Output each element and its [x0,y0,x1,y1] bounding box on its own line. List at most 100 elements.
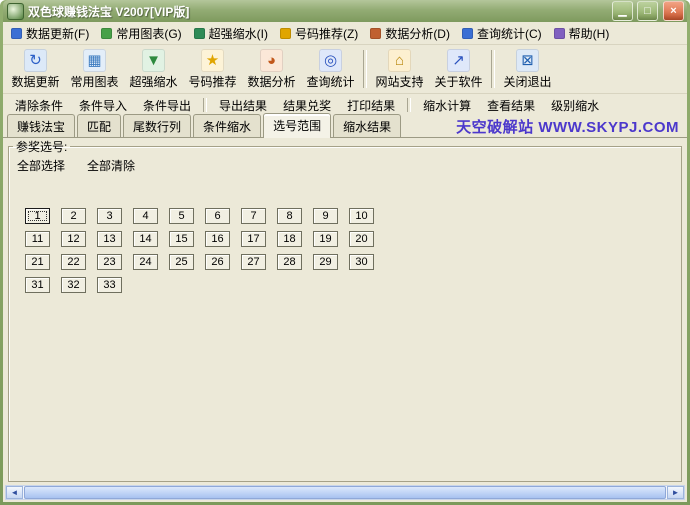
tab-match[interactable]: 匹配 [77,114,121,137]
client-area: 数据更新(F) 常用图表(G)超强缩水(I) 号码推荐(Z) 数据分析(D) 查询统计(… [3,22,687,502]
scroll-left-arrow-icon[interactable]: ◄ [6,486,23,499]
number-button-2[interactable]: 2 [61,208,86,224]
clear-all-button[interactable]: 全部清除 [87,157,135,174]
number-button-7[interactable]: 7 [241,208,266,224]
number-button-8[interactable]: 8 [277,208,302,224]
number-button-10[interactable]: 10 [349,208,374,224]
actionbar-separator [407,98,411,112]
toolbar-data-update-label: 数据更新 [11,73,59,90]
number-button-18[interactable]: 18 [277,231,302,247]
star-icon [280,28,291,39]
number-selection-groupbox: 参奖选号: 全部选择 全部清除 123456789101112131415161… [8,138,682,482]
number-button-5[interactable]: 5 [169,208,194,224]
toolbar-analysis[interactable]: ◕数据分析 [242,47,301,91]
horizontal-scrollbar[interactable]: ◄ ► [5,485,685,500]
app-icon [7,3,24,20]
number-button-26[interactable]: 26 [205,254,230,270]
magnifier-icon: ◎ [319,49,342,72]
toolbar-exit[interactable]: ⊠关闭退出 [498,47,557,91]
minimize-button[interactable]: ▁ [612,1,633,21]
menu-analysis-label: 数据分析(D) [385,25,450,42]
toolbar-query-label: 查询统计 [306,73,354,90]
refresh-icon: ↻ [24,49,47,72]
number-button-4[interactable]: 4 [133,208,158,224]
number-button-24[interactable]: 24 [133,254,158,270]
watermark-text: 天空破解站 WWW.SKYPJ.COM [456,116,679,137]
toolbar: ↻数据更新▦常用图表▼超强缩水★号码推荐◕数据分析◎查询统计⌂网站支持↗关于软件… [3,45,687,94]
number-button-30[interactable]: 30 [349,254,374,270]
toolbar-separator [363,50,367,88]
home-icon: ⌂ [388,49,411,72]
number-button-1[interactable]: 1 [25,208,50,224]
menu-query[interactable]: 查询统计(C) [456,22,548,45]
number-button-28[interactable]: 28 [277,254,302,270]
number-button-13[interactable]: 13 [97,231,122,247]
number-button-27[interactable]: 27 [241,254,266,270]
number-button-12[interactable]: 12 [61,231,86,247]
scroll-right-arrow-icon[interactable]: ► [667,486,684,499]
pie-chart-icon: ◕ [260,49,283,72]
menu-help[interactable]: 帮助(H) [548,22,616,45]
number-button-25[interactable]: 25 [169,254,194,270]
number-button-9[interactable]: 9 [313,208,338,224]
menu-recommend[interactable]: 号码推荐(Z) [274,22,364,45]
tabs-row: 赚钱法宝匹配尾数行列条件缩水选号范围缩水结果 天空破解站 WWW.SKYPJ.CO… [3,116,687,138]
pie-icon [370,28,381,39]
toolbar-shrink-label: 超强缩水 [129,73,177,90]
number-button-32[interactable]: 32 [61,277,86,293]
toolbar-recommend[interactable]: ★号码推荐 [183,47,242,91]
number-button-14[interactable]: 14 [133,231,158,247]
number-button-31[interactable]: 31 [25,277,50,293]
close-button[interactable]: × [663,1,684,21]
help-icon [554,28,565,39]
database-icon [11,28,22,39]
number-button-15[interactable]: 15 [169,231,194,247]
menu-data-update[interactable]: 数据更新(F) [5,22,95,45]
number-button-17[interactable]: 17 [241,231,266,247]
funnel-icon: ▼ [142,49,165,72]
number-button-33[interactable]: 33 [97,277,122,293]
table-chart-icon: ▦ [83,49,106,72]
number-button-23[interactable]: 23 [97,254,122,270]
select-all-button[interactable]: 全部选择 [17,157,65,174]
toolbar-query[interactable]: ◎查询统计 [301,47,360,91]
tab-shrink-results[interactable]: 缩水结果 [333,114,401,137]
funnel-icon [194,28,205,39]
number-button-21[interactable]: 21 [25,254,50,270]
toolbar-data-update[interactable]: ↻数据更新 [6,47,65,91]
number-button-20[interactable]: 20 [349,231,374,247]
number-button-3[interactable]: 3 [97,208,122,224]
number-button-19[interactable]: 19 [313,231,338,247]
number-button-22[interactable]: 22 [61,254,86,270]
content-area: 参奖选号: 全部选择 全部清除 123456789101112131415161… [3,138,687,502]
toolbar-recommend-label: 号码推荐 [188,73,236,90]
number-button-6[interactable]: 6 [205,208,230,224]
tab-tail-rows[interactable]: 尾数行列 [123,114,191,137]
tab-number-range[interactable]: 选号范围 [263,113,331,138]
toolbar-website[interactable]: ⌂网站支持 [370,47,429,91]
info-icon: ↗ [447,49,470,72]
scrollbar-thumb[interactable] [24,486,666,499]
menu-recommend-label: 号码推荐(Z) [295,25,358,42]
menu-shrink[interactable]: 超强缩水(I) [188,22,274,45]
toolbar-about[interactable]: ↗关于软件 [429,47,488,91]
action-view-results[interactable]: 查看结果 [479,94,543,117]
action-level-shrink[interactable]: 级别缩水 [543,94,607,117]
menu-analysis[interactable]: 数据分析(D) [364,22,456,45]
toolbar-charts-label: 常用图表 [70,73,118,90]
number-button-29[interactable]: 29 [313,254,338,270]
number-button-16[interactable]: 16 [205,231,230,247]
toolbar-website-label: 网站支持 [375,73,423,90]
tab-condition-shrink[interactable]: 条件缩水 [193,114,261,137]
toolbar-about-label: 关于软件 [434,73,482,90]
toolbar-charts[interactable]: ▦常用图表 [65,47,124,91]
menu-charts[interactable]: 常用图表(G) [95,22,187,45]
tab-money-treasure[interactable]: 赚钱法宝 [7,114,75,137]
toolbar-shrink[interactable]: ▼超强缩水 [124,47,183,91]
menu-data-update-label: 数据更新(F) [26,25,89,42]
select-row: 全部选择 全部清除 [17,157,681,174]
action-shrink-calc[interactable]: 缩水计算 [415,94,479,117]
maximize-button[interactable]: □ [637,1,658,21]
number-button-11[interactable]: 11 [25,231,50,247]
number-grid: 1234567891011121314151617181920212223242… [25,208,381,293]
